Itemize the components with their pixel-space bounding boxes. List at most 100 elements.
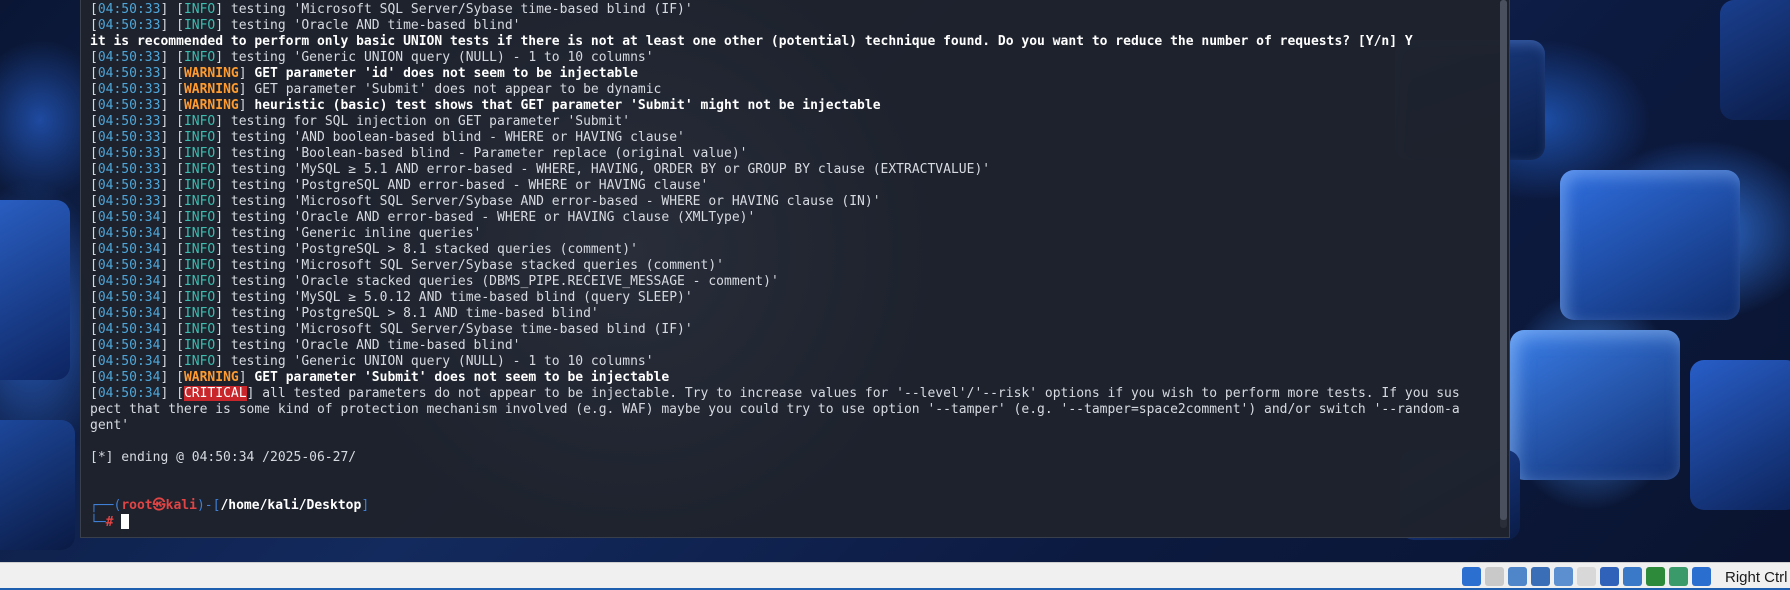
bracket: ] (215, 210, 231, 225)
terminal-line: [04:50:34] [INFO] testing 'Oracle stacke… (90, 274, 1493, 290)
mouse-integration-icon[interactable] (1669, 567, 1688, 586)
bracket: ] (238, 370, 255, 385)
host-key-label[interactable]: Right Ctrl (1725, 569, 1788, 586)
bracket: ] [ (160, 354, 184, 369)
log-timestamp: 04:50:34 (97, 354, 161, 369)
network-icon[interactable] (1531, 567, 1550, 586)
usb-icon[interactable] (1554, 567, 1573, 586)
recording-icon[interactable] (1623, 567, 1642, 586)
log-level-badge: WARNING (183, 370, 239, 385)
terminal-line: [04:50:34] [INFO] testing 'Microsoft SQL… (90, 322, 1493, 338)
log-message: testing 'Oracle stacked queries (DBMS_PI… (230, 274, 779, 289)
log-message: testing 'PostgreSQL AND error-based - WH… (230, 178, 709, 193)
prompt-user: root (121, 498, 153, 513)
log-level-badge: WARNING (183, 66, 239, 81)
terminal-line: [*] ending @ 04:50:34 /2025-06-27/ (90, 450, 1493, 466)
log-timestamp: 04:50:33 (97, 18, 161, 33)
shared-folder-icon[interactable] (1577, 567, 1596, 586)
bracket: ] (215, 290, 231, 305)
bracket: [ (90, 114, 98, 129)
log-level-badge: INFO (183, 114, 216, 129)
prompt-input-line[interactable]: └─# (90, 514, 1493, 530)
bracket: ] (215, 338, 231, 353)
bracket: ] (215, 322, 231, 337)
bracket: [ (90, 82, 98, 97)
bracket: ] (238, 98, 255, 113)
bracket: [ (90, 210, 98, 225)
log-level-badge: INFO (183, 162, 216, 177)
log-level-badge: INFO (183, 146, 216, 161)
terminal-line: [04:50:34] [INFO] testing 'Oracle AND ti… (90, 338, 1493, 354)
audio-icon[interactable] (1508, 567, 1527, 586)
log-level-badge: INFO (183, 290, 216, 305)
bracket: ] [ (160, 290, 184, 305)
harddisk-icon[interactable] (1462, 567, 1481, 586)
bracket: ] (246, 386, 263, 401)
vm-status-bar: Right Ctrl (0, 562, 1790, 590)
terminal-line: [04:50:33] [WARNING] heuristic (basic) t… (90, 98, 1493, 114)
bracket: [ (90, 130, 98, 145)
bracket: ] [ (160, 66, 184, 81)
terminal-output[interactable]: [04:50:33] [INFO] testing 'Microsoft SQL… (90, 2, 1493, 530)
bracket: ] (215, 306, 231, 321)
bracket: ] (215, 354, 231, 369)
prompt-at-symbol: ㉿ (152, 498, 166, 513)
download-icon[interactable] (1692, 567, 1711, 586)
terminal-line: it is recommended to perform only basic … (90, 34, 1493, 50)
log-level-badge: CRITICAL (183, 386, 247, 401)
bracket: ] [ (160, 226, 184, 241)
bracket: ] (215, 162, 231, 177)
bracket: ] [ (160, 194, 184, 209)
wallpaper-cube (1720, 0, 1790, 120)
log-level-badge: INFO (183, 338, 216, 353)
bracket: ] [ (160, 386, 184, 401)
bracket: ] (215, 242, 231, 257)
log-level-badge: INFO (183, 18, 216, 33)
bracket: ] [ (160, 146, 184, 161)
terminal-line: [04:50:34] [INFO] testing 'Generic UNION… (90, 354, 1493, 370)
log-timestamp: 04:50:33 (97, 194, 161, 209)
log-message: testing 'AND boolean-based blind - WHERE… (230, 130, 685, 145)
bracket: ] (215, 178, 231, 193)
terminal-line: [04:50:33] [INFO] testing 'Microsoft SQL… (90, 194, 1493, 210)
optical-disk-icon[interactable] (1485, 567, 1504, 586)
log-timestamp: 04:50:33 (97, 50, 161, 65)
terminal-line: [04:50:34] [INFO] testing 'MySQL ≥ 5.0.1… (90, 290, 1493, 306)
log-level-badge: INFO (183, 210, 216, 225)
log-message: testing 'MySQL ≥ 5.1 AND error-based - W… (230, 162, 991, 177)
bracket: [ (90, 146, 98, 161)
terminal-scrollbar[interactable] (1500, 0, 1507, 528)
status-icon-tray (1462, 567, 1711, 587)
bracket: ] [ (160, 306, 184, 321)
bracket: [ (90, 386, 98, 401)
log-level-badge: INFO (183, 50, 216, 65)
log-timestamp: 04:50:34 (97, 226, 161, 241)
log-timestamp: 04:50:33 (97, 162, 161, 177)
bracket: [ (90, 274, 98, 289)
log-message: testing 'Boolean-based blind - Parameter… (230, 146, 748, 161)
bracket: [ (90, 226, 98, 241)
terminal-scroll-thumb[interactable] (1500, 0, 1507, 520)
prompt-path: /home/kali/Desktop (220, 498, 362, 513)
bracket: ] [ (160, 210, 184, 225)
bracket: [ (90, 98, 98, 113)
terminal-line: [04:50:34] [INFO] testing 'PostgreSQL > … (90, 306, 1493, 322)
log-level-badge: WARNING (183, 82, 239, 97)
bracket: ] [ (160, 178, 184, 193)
bracket: ] (215, 146, 231, 161)
cpu-icon[interactable] (1646, 567, 1665, 586)
terminal-window[interactable]: [04:50:33] [INFO] testing 'Microsoft SQL… (80, 0, 1510, 538)
display-icon[interactable] (1600, 567, 1619, 586)
bracket: ] [ (160, 114, 184, 129)
terminal-line: [04:50:33] [INFO] testing 'AND boolean-b… (90, 130, 1493, 146)
bracket: [ (90, 370, 98, 385)
prompt-line: ┌──(root㉿kali)-[/home/kali/Desktop] (90, 498, 1493, 514)
log-message: testing 'Oracle AND time-based blind' (230, 18, 521, 33)
log-timestamp: 04:50:33 (97, 98, 161, 113)
terminal-line: pect that there is some kind of protecti… (90, 402, 1493, 418)
log-timestamp: 04:50:34 (97, 386, 161, 401)
log-level-badge: INFO (183, 226, 216, 241)
terminal-line: [04:50:33] [INFO] testing 'MySQL ≥ 5.1 A… (90, 162, 1493, 178)
log-level-badge: INFO (183, 130, 216, 145)
